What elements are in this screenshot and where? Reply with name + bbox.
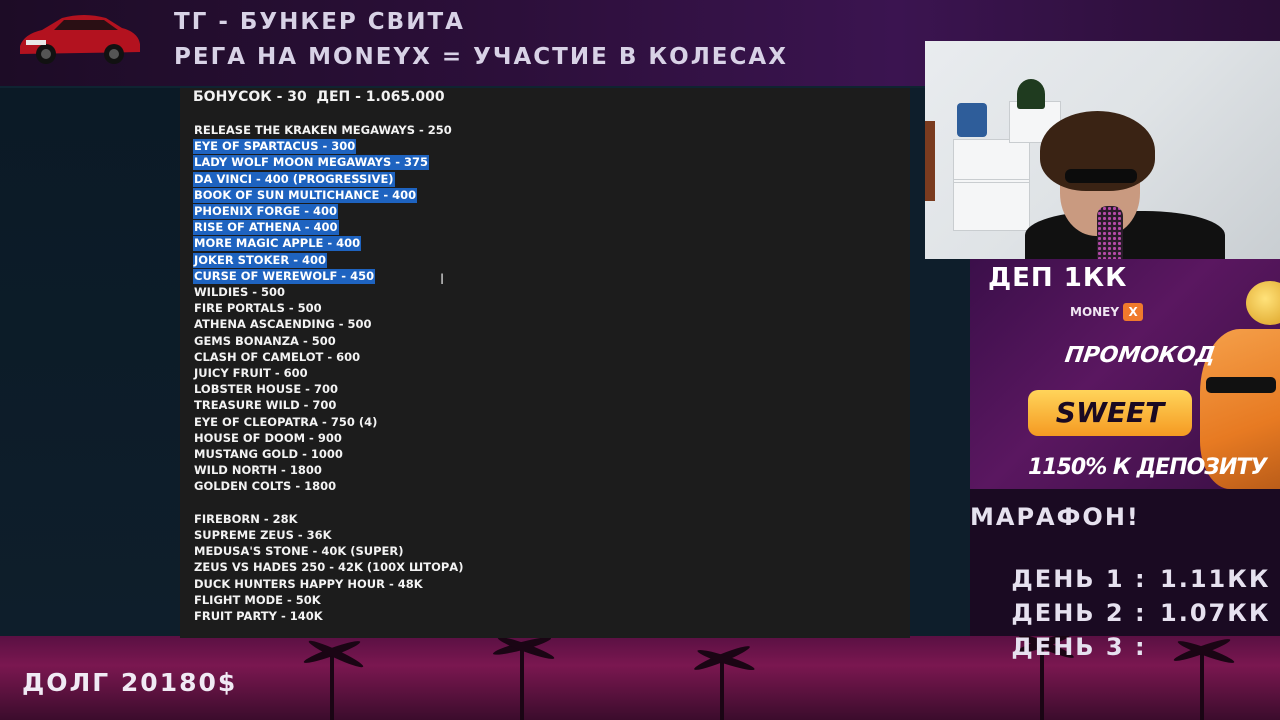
- marathon-day-value: 1.07КК: [1160, 599, 1271, 627]
- document-line[interactable]: GOLDEN COLTS - 1800: [193, 479, 337, 494]
- document-title: БОНУСОК - 30 ДЕП - 1.065.000: [193, 89, 445, 105]
- document-line[interactable]: LADY WOLF MOON MEGAWAYS - 375: [193, 155, 430, 171]
- document-line[interactable]: MEDUSA'S STONE - 40K (SUPER): [193, 544, 405, 559]
- promo-bonus: 1150% К ДЕПОЗИТУ: [1028, 455, 1267, 480]
- document-line[interactable]: EYE OF SPARTACUS - 300: [193, 139, 357, 155]
- promo-brand: MONEY X: [1070, 303, 1144, 321]
- document-line[interactable]: PHOENIX FORGE - 400: [193, 204, 339, 219]
- promo-code-label: ПРОМОКОД: [1063, 343, 1217, 368]
- promo-deposit: ДЕП 1КК: [988, 263, 1128, 293]
- document-line[interactable]: ATHENA ASCAENDING - 500: [193, 317, 373, 332]
- document-line[interactable]: FIREBORN - 28K: [193, 512, 299, 527]
- document-line[interactable]: HOUSE OF DOOM - 900: [193, 431, 343, 446]
- document-line[interactable]: FRUIT PARTY - 140K: [193, 609, 324, 624]
- document-line[interactable]: RISE OF ATHENA - 400: [193, 220, 339, 236]
- document-line[interactable]: JUICY FRUIT - 600: [193, 366, 309, 381]
- brand-x-icon: X: [1123, 303, 1144, 321]
- marathon-day-label: ДЕНЬ 3 :: [1011, 633, 1147, 661]
- document-line[interactable]: EYE OF CLEOPATRA - 750 (4): [193, 415, 378, 430]
- document-line[interactable]: LOBSTER HOUSE - 700: [193, 382, 339, 397]
- sunglasses-icon: [1206, 377, 1276, 393]
- document-line[interactable]: RELEASE THE KRAKEN MEGAWAYS - 250: [193, 123, 453, 138]
- document-line[interactable]: JOKER STOKER - 400: [193, 252, 327, 268]
- document-line[interactable]: BOOK OF SUN MULTICHANCE - 400: [193, 187, 418, 203]
- text-cursor-icon: I: [440, 272, 445, 288]
- document-line[interactable]: MORE MAGIC APPLE - 400: [193, 236, 362, 252]
- marathon-day-3: ДЕНЬ 3 :: [970, 605, 1147, 689]
- document-editor[interactable]: БОНУСОК - 30 ДЕП - 1.065.000 RELEASE THE…: [180, 88, 910, 638]
- document-line[interactable]: SUPREME ZEUS - 36K: [193, 528, 333, 543]
- document-line[interactable]: GEMS BONANZA - 500: [193, 334, 337, 349]
- debt-counter: ДОЛГ 20180$: [22, 668, 238, 697]
- editor-left-gutter: [0, 88, 180, 636]
- header-telegram-line: ТГ - БУНКЕР СВИТА: [174, 9, 465, 35]
- marathon-title: МАРАФОН!: [970, 503, 1140, 531]
- document-line[interactable]: FIRE PORTALS - 500: [193, 301, 323, 316]
- document-line[interactable]: [193, 496, 195, 511]
- promo-code-button[interactable]: SWEET: [1028, 390, 1192, 436]
- document-line[interactable]: WILDIES - 500: [193, 285, 286, 300]
- webcam-feed: [925, 41, 1280, 259]
- document-line[interactable]: ZEUS VS HADES 250 - 42K (100X ШТОРА): [193, 560, 464, 575]
- document-line[interactable]: DA VINCI - 400 (PROGRESSIVE): [193, 171, 395, 187]
- document-line[interactable]: DUCK HUNTERS HAPPY HOUR - 48K: [193, 577, 424, 592]
- document-line[interactable]: CLASH OF CAMELOT - 600: [193, 350, 361, 365]
- document-line[interactable]: TREASURE WILD - 700: [193, 398, 337, 413]
- document-line[interactable]: CURSE OF WEREWOLF - 450: [193, 268, 376, 284]
- coin-icon: [1246, 281, 1280, 325]
- document-line[interactable]: FLIGHT MODE - 50K: [193, 593, 322, 608]
- document-line[interactable]: MUSTANG GOLD - 1000: [193, 447, 344, 462]
- promo-brand-text: MONEY: [1070, 305, 1120, 319]
- document-line[interactable]: WILD NORTH - 1800: [193, 463, 323, 478]
- marathon-day-value: 1.11КК: [1160, 565, 1271, 593]
- header-register-line: РЕГА НА MONEYX = УЧАСТИЕ В КОЛЕСАХ: [174, 44, 788, 70]
- red-car-logo: [20, 15, 140, 64]
- promo-banner[interactable]: ДЕП 1КК MONEY X ПРОМОКОД SWEET 1150% К ДЕ…: [970, 259, 1280, 489]
